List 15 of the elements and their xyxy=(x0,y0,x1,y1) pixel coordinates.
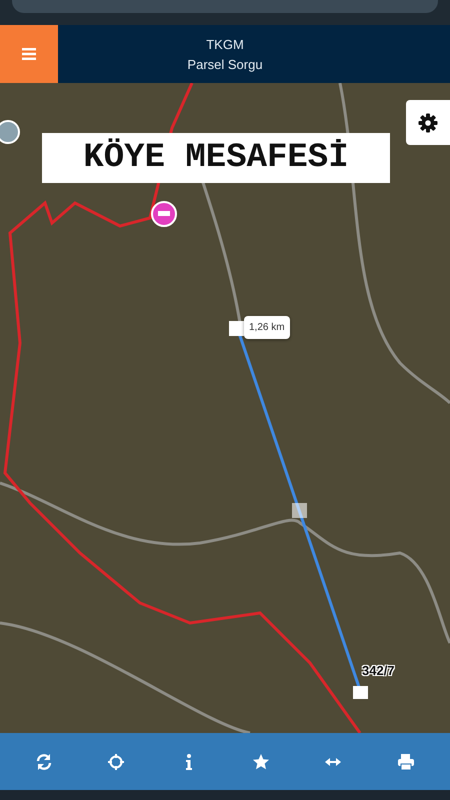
menu-button[interactable] xyxy=(0,25,58,83)
refresh-icon xyxy=(35,752,54,770)
printer-icon xyxy=(396,752,415,770)
app-subtitle: Parsel Sorgu xyxy=(187,56,263,72)
map-banner: KÖYE MESAFESİ xyxy=(42,133,390,183)
distance-label: 1,26 km xyxy=(244,316,290,339)
settings-icon xyxy=(418,112,438,132)
crosshair-icon xyxy=(107,752,126,770)
star-icon xyxy=(252,752,270,770)
map-pin-icon[interactable] xyxy=(0,120,20,144)
menu-icon xyxy=(22,48,36,60)
app-title: TKGM xyxy=(206,36,244,52)
info-icon xyxy=(186,754,192,770)
parcel-label: 342/7 xyxy=(362,663,395,678)
settings-button[interactable] xyxy=(406,100,450,145)
